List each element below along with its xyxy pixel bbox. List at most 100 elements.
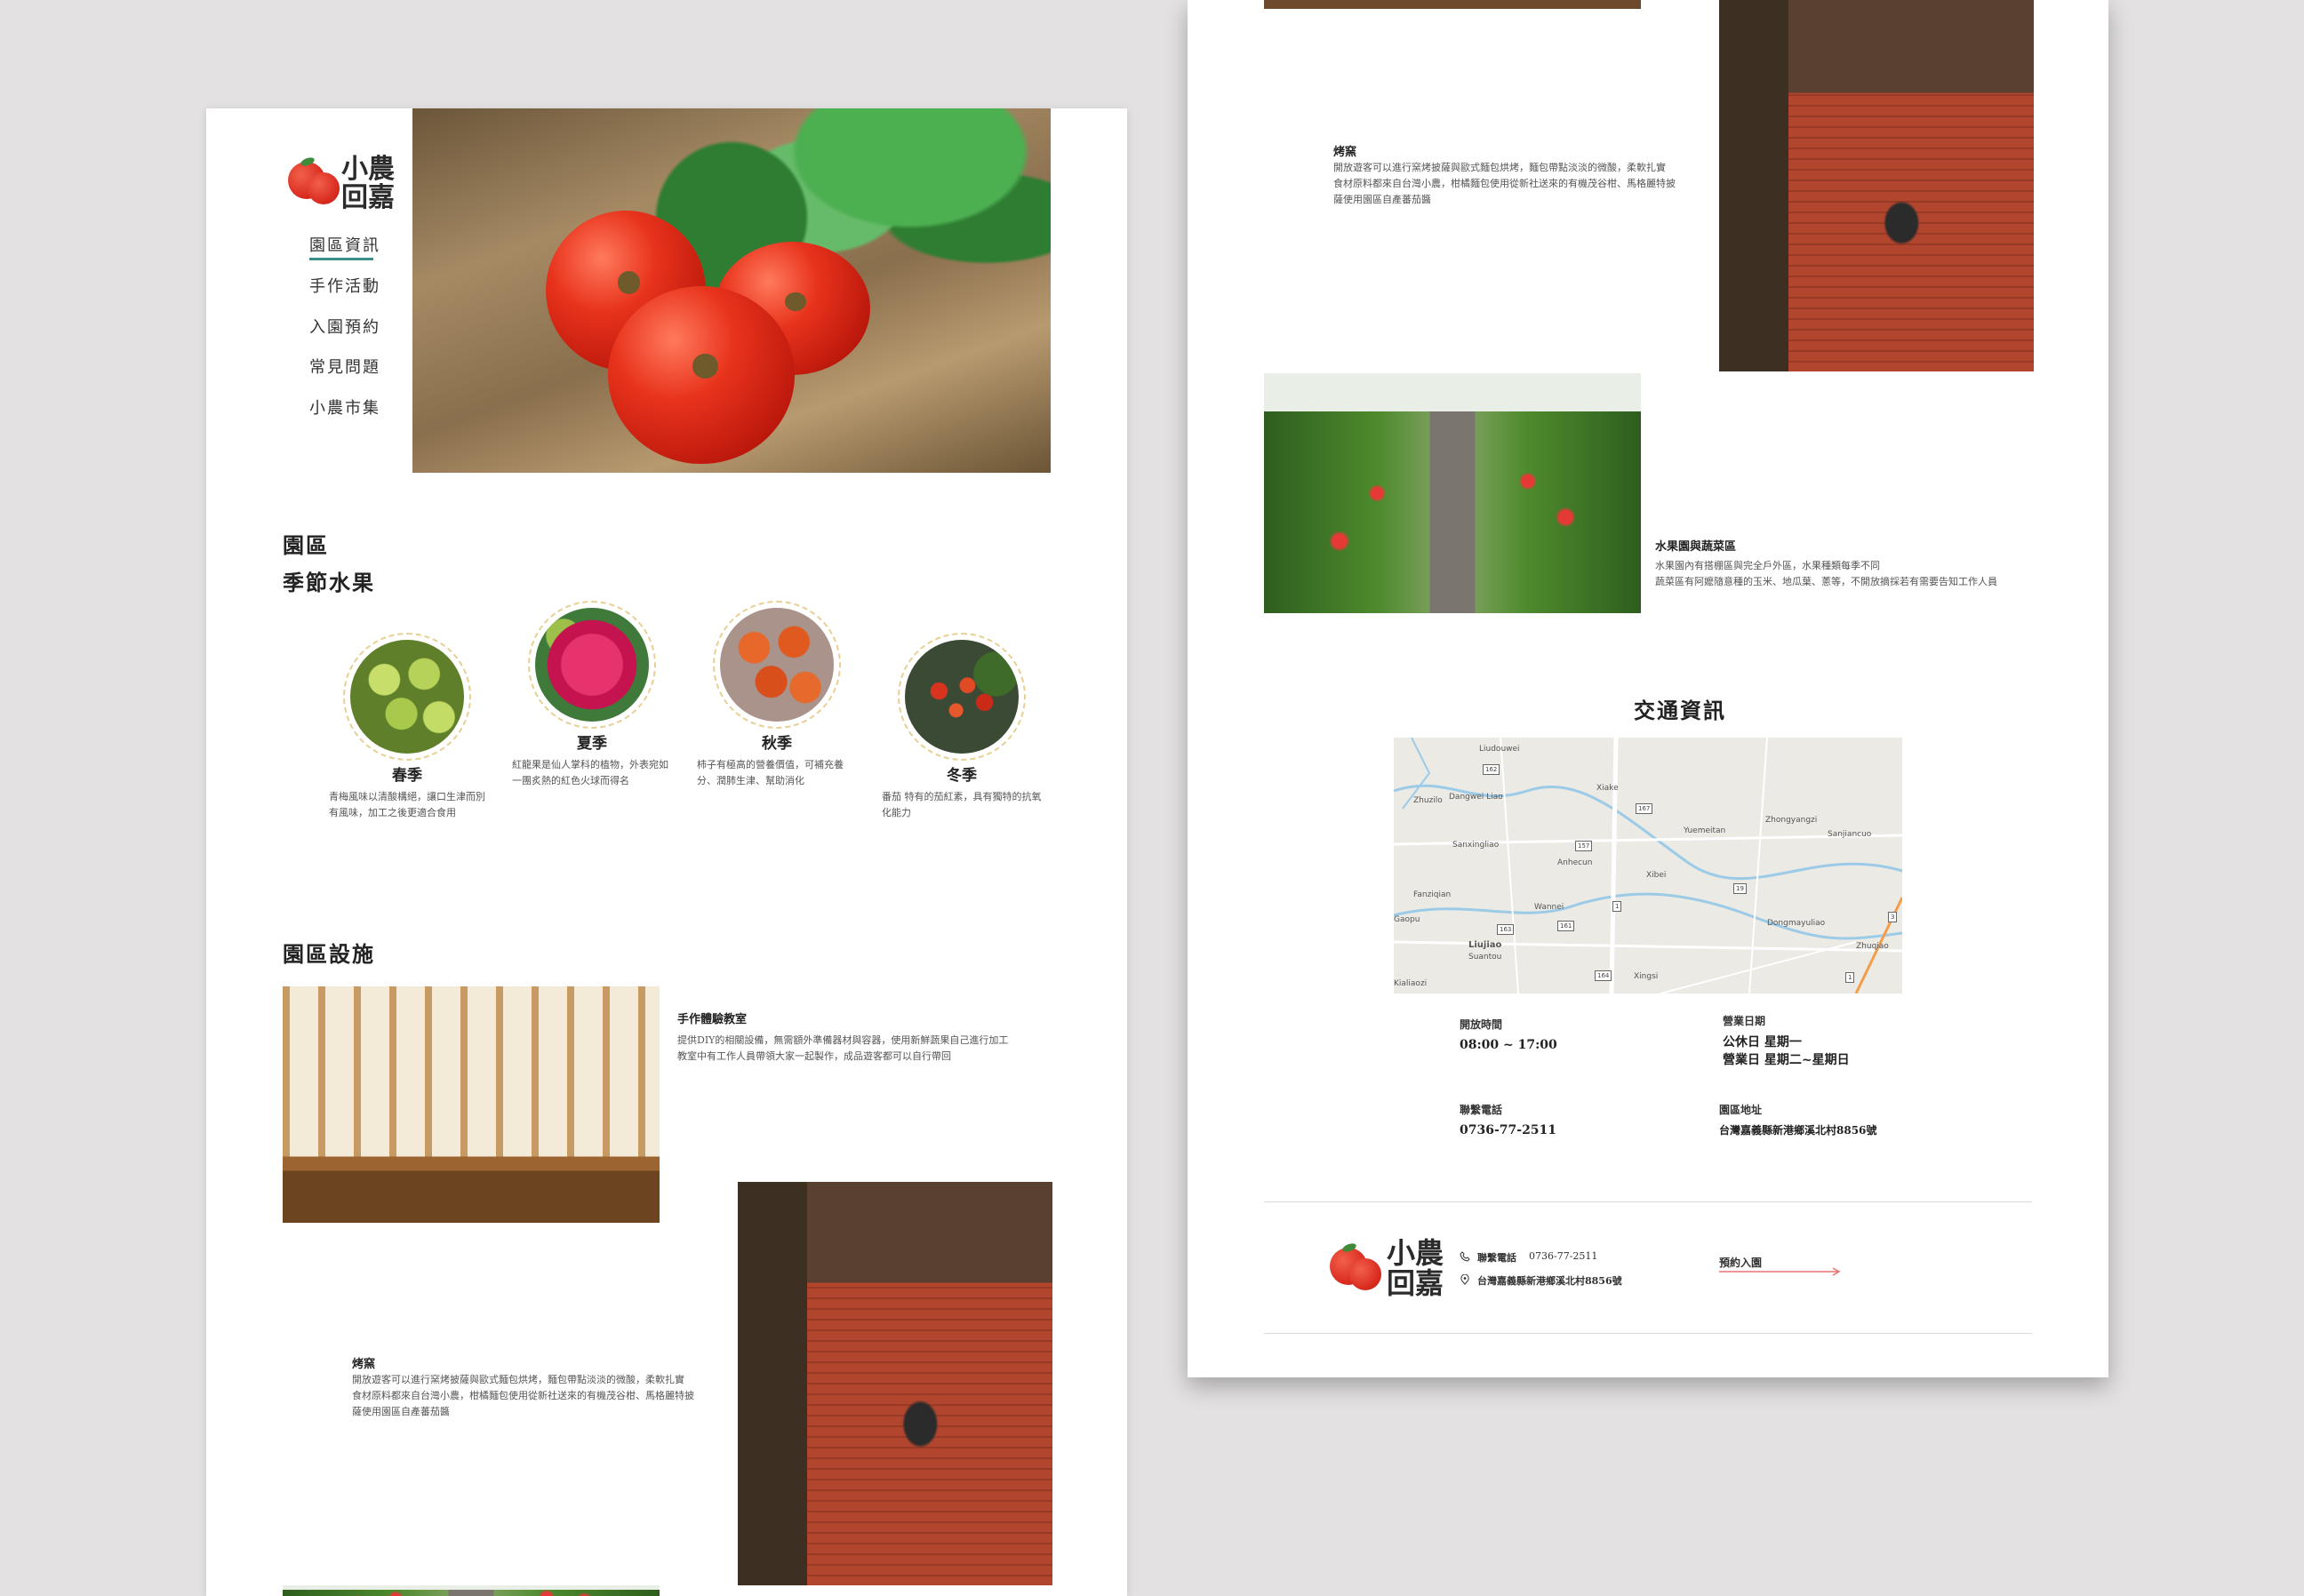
map-place-label: Anhecun [1557, 858, 1593, 867]
cherry-tomato-photo [898, 633, 1026, 761]
kiln-desc-line3: 薩使用園區自產蕃茄醬 [1333, 194, 1431, 205]
hours-value: 08:00 ~ 17:00 [1460, 1038, 1557, 1052]
phone-value: 0736-77-2511 [1460, 1123, 1557, 1137]
persimmon-photo [713, 601, 841, 729]
hero-tomato-image [412, 108, 1051, 473]
address-value: 台灣嘉義縣新港鄉溪北村8856號 [1719, 1124, 1877, 1137]
days-open: 營業日 星期二~星期日 [1723, 1053, 1850, 1067]
map-place-label: Suantou [1468, 953, 1502, 962]
brick-oven-image [1719, 0, 2034, 371]
season-name-winter: 冬季 [947, 767, 977, 785]
map-place-label: Sanjiancuo [1828, 830, 1872, 839]
map-place-label: Wannei [1534, 903, 1564, 912]
nav-item-park-info[interactable]: 園區資訊 [309, 233, 380, 256]
footer-phone-label: 聯繫電話 [1477, 1252, 1516, 1264]
tomato-icon [308, 172, 340, 204]
footer-bottom-divider [1264, 1333, 2032, 1334]
season-desc-summer: 紅龍果是仙人掌科的植物，外表宛如一團炙熱的紅色火球而得名 [512, 759, 668, 786]
orchard-desc-line2: 蔬菜區有阿嬤隨意種的玉米、地瓜葉、蔥等，不開放摘採若有需要告知工作人員 [1655, 576, 1997, 587]
nav-item-market[interactable]: 小農市集 [309, 395, 380, 419]
greenhouse-image-partial [283, 1585, 660, 1596]
kiln-desc-line2: 食材原料都來自台灣小農，柑橘麵包使用從新社送來的有機茂谷柑、馬格麗特披 [352, 1390, 694, 1401]
route-badge: 164 [1595, 970, 1612, 981]
map-place-label: Kialiaozi [1394, 979, 1428, 988]
kiln-desc-line1: 開放遊客可以進行窯烤披薩與歐式麵包烘烤，麵包帶點淡淡的微酸，柔軟扎實 [352, 1374, 684, 1385]
greenhouse-image [1264, 373, 1641, 613]
brand-name-line1: 小農 [341, 154, 395, 185]
address-label: 園區地址 [1719, 1104, 1763, 1116]
phone-label: 聯繫電話 [1460, 1104, 1503, 1116]
homepage-preview: 小農 回嘉 園區資訊 手作活動 入園預約 常見問題 小農市集 園區 季節水果 春… [206, 108, 1127, 1596]
workshop-desc-line1: 提供DIY的相關設備，無需額外準備器材與容器，使用新鮮蔬果自己進行加工 [677, 1034, 1009, 1046]
nav-active-indicator [309, 258, 373, 260]
map-place-label: Sanxingliao [1452, 841, 1500, 850]
route-badge: 163 [1497, 924, 1515, 935]
route-badge: 19 [1733, 883, 1747, 894]
route-badge: 1 [1845, 972, 1855, 983]
orchard-desc-line1: 水果園內有搭棚區與完全戶外區，水果種類每季不同 [1655, 560, 1880, 571]
route-badge: 3 [1888, 912, 1898, 922]
route-badge: 167 [1636, 803, 1653, 814]
kiln-desc-line1: 開放遊客可以進行窯烤披薩與歐式麵包烘烤，麵包帶點淡淡的微酸，柔軟扎實 [1333, 162, 1666, 173]
brand-name-line2: 回嘉 [341, 182, 395, 213]
dragon-fruit-photo [528, 601, 656, 729]
seasonal-title-line1: 園區 [283, 532, 329, 558]
footer-address: 台灣嘉義縣新港鄉溪北村8856號 [1477, 1275, 1622, 1287]
season-desc-autumn: 柿子有極高的營養價值，可補充養分、潤肺生津、幫助消化 [697, 759, 844, 786]
map-place-label: Liujiao [1468, 940, 1502, 950]
brand-name-line1: 小農 [1387, 1236, 1444, 1270]
tomato-icon [1349, 1258, 1381, 1290]
workshop-title: 手作體驗教室 [677, 1013, 748, 1026]
homepage-preview-continued: 烤窯 開放遊客可以進行窯烤披薩與歐式麵包烘烤，麵包帶點淡淡的微酸，柔軟扎實 食材… [1188, 0, 2108, 1377]
route-badge: 162 [1483, 764, 1500, 775]
season-desc-spring: 青梅風味以清酸構絕，讓口生津而別有風味，加工之後更適合食用 [329, 791, 485, 818]
nav-item-booking[interactable]: 入園預約 [309, 315, 380, 338]
map-place-label: Liudouwei [1479, 745, 1520, 754]
season-name-summer: 夏季 [577, 735, 607, 753]
footer-top-divider [1264, 1201, 2032, 1202]
days-closed: 公休日 星期一 [1723, 1035, 1802, 1049]
location-map[interactable]: Liudouwei Xiake Dangwei Liao Sanxingliao… [1394, 738, 1902, 994]
location-pin-icon [1460, 1274, 1469, 1285]
map-place-label: Dangwei Liao [1449, 793, 1503, 802]
kiln-title: 烤窯 [352, 1358, 376, 1371]
seasonal-title-line2: 季節水果 [283, 570, 375, 595]
route-badge: 161 [1557, 921, 1575, 931]
map-place-label: Xiake [1596, 784, 1619, 793]
arrow-right-icon[interactable] [1719, 1267, 1844, 1276]
transport-title: 交通資訊 [1634, 698, 1726, 723]
map-place-label: Fanziqian [1413, 890, 1452, 899]
brand-name-line2: 回嘉 [1387, 1266, 1444, 1300]
phone-icon [1460, 1251, 1470, 1262]
tomato [608, 286, 795, 464]
image-strip-partial [1264, 0, 1641, 9]
footer-brand-logo[interactable]: 小農 回嘉 [1330, 1235, 1463, 1301]
season-name-spring: 春季 [392, 767, 422, 785]
map-place-label: Dongmayuliao [1767, 919, 1826, 928]
kiln-desc-line3: 薩使用園區自產蕃茄醬 [352, 1406, 450, 1417]
map-place-label: Zhuzilo [1413, 796, 1443, 805]
route-badge: 1 [1612, 901, 1622, 912]
days-label: 營業日期 [1723, 1015, 1766, 1027]
green-plum-photo [343, 633, 471, 761]
map-place-label: Xibei [1646, 871, 1667, 880]
brick-oven-image [738, 1182, 1052, 1585]
nav-item-faq[interactable]: 常見問題 [309, 355, 380, 378]
footer-phone-value[interactable]: 0736-77-2511 [1529, 1250, 1597, 1262]
kiln-title: 烤窯 [1333, 146, 1357, 159]
map-place-label: Xingsi [1634, 972, 1659, 981]
brand-logo[interactable]: 小農 回嘉 [288, 149, 395, 211]
map-place-label: Zhuqiao [1856, 942, 1889, 951]
map-place-label: Zhongyangzi [1765, 816, 1818, 825]
workshop-desc-line2: 教室中有工作人員帶領大家一起製作，成品遊客都可以自行帶回 [677, 1050, 951, 1062]
route-badge: 157 [1575, 841, 1593, 851]
nav-item-workshops[interactable]: 手作活動 [309, 274, 380, 297]
season-name-autumn: 秋季 [762, 735, 792, 753]
workshop-classroom-image [283, 986, 660, 1223]
facilities-title: 園區設施 [283, 941, 375, 967]
kiln-desc-line2: 食材原料都來自台灣小農，柑橘麵包使用從新社送來的有機茂谷柑、馬格麗特披 [1333, 178, 1676, 189]
season-desc-winter: 番茄 特有的茄紅素，具有獨特的抗氧化能力 [882, 791, 1042, 818]
hours-label: 開放時間 [1460, 1018, 1503, 1031]
orchard-title: 水果園與蔬菜區 [1655, 540, 1737, 554]
map-place-label: Yuemeitan [1684, 826, 1726, 835]
